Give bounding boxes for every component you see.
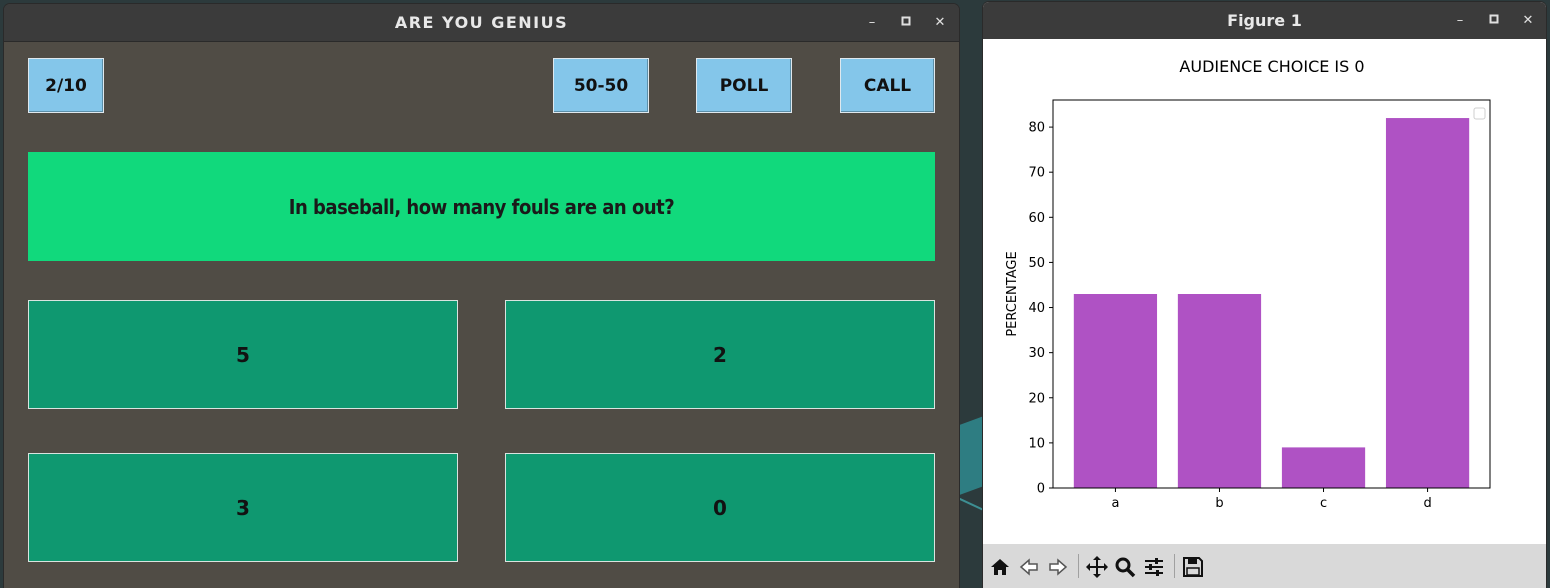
maximize-icon[interactable] xyxy=(1484,11,1504,31)
close-icon[interactable]: ✕ xyxy=(930,13,950,33)
progress-counter: 2/10 xyxy=(28,58,104,113)
chart-title: AUDIENCE CHOICE IS 0 xyxy=(1179,57,1364,76)
question-text: In baseball, how many fouls are an out? xyxy=(288,194,675,219)
home-icon[interactable] xyxy=(987,554,1013,580)
bar-chart: AUDIENCE CHOICE IS 0 PERCENTAGE 0 10 20 30 4… xyxy=(1005,57,1491,511)
answer-option-c[interactable]: 3 xyxy=(28,453,458,562)
y-tick-label: 60 xyxy=(1028,211,1045,226)
zoom-magnifier-icon[interactable] xyxy=(1112,554,1138,580)
x-tick-label: d xyxy=(1423,496,1431,511)
x-tick-label: b xyxy=(1215,496,1223,511)
quiz-window: ARE YOU GENIUS – ✕ 2/10 50-50 POLL CALL … xyxy=(4,4,959,588)
call-button[interactable]: CALL xyxy=(840,58,935,113)
figure-titlebar[interactable]: Figure 1 – ✕ xyxy=(983,2,1546,39)
figure-window: Figure 1 – ✕ AUDIENCE CHOICE IS 0 PERCEN… xyxy=(983,2,1546,588)
answer-option-b[interactable]: 2 xyxy=(505,300,935,409)
save-disk-icon[interactable] xyxy=(1180,554,1206,580)
question-box: In baseball, how many fouls are an out? xyxy=(28,152,935,261)
y-tick-label: 20 xyxy=(1028,391,1045,406)
figure-toolbar xyxy=(983,544,1546,588)
maximize-icon[interactable] xyxy=(896,13,916,33)
y-tick-label: 70 xyxy=(1028,166,1045,181)
poll-button[interactable]: POLL xyxy=(696,58,792,113)
x-tick-label: a xyxy=(1111,496,1119,511)
toolbar-separator xyxy=(1078,554,1079,578)
minimize-icon[interactable]: – xyxy=(1450,11,1470,31)
answer-option-a[interactable]: 5 xyxy=(28,300,458,409)
y-axis-label: PERCENTAGE xyxy=(1005,251,1020,336)
x-tick-label: c xyxy=(1320,496,1327,511)
close-icon[interactable]: ✕ xyxy=(1518,11,1538,31)
quiz-titlebar[interactable]: ARE YOU GENIUS – ✕ xyxy=(4,4,959,42)
fifty-fifty-button[interactable]: 50-50 xyxy=(553,58,649,113)
minimize-icon[interactable]: – xyxy=(862,13,882,33)
y-tick-label: 0 xyxy=(1037,482,1045,497)
forward-arrow-icon[interactable] xyxy=(1045,554,1071,580)
y-tick-label: 30 xyxy=(1028,346,1045,361)
bar-c xyxy=(1281,447,1366,488)
window-title: ARE YOU GENIUS xyxy=(394,13,569,32)
toolbar-separator xyxy=(1174,554,1175,578)
y-tick-label: 80 xyxy=(1028,121,1045,136)
y-tick-label: 10 xyxy=(1028,436,1045,451)
configure-subplots-icon[interactable] xyxy=(1141,554,1167,580)
legend-box xyxy=(1473,107,1486,120)
bar-a xyxy=(1073,294,1158,488)
back-arrow-icon[interactable] xyxy=(1016,554,1042,580)
pan-move-icon[interactable] xyxy=(1084,554,1110,580)
y-tick-label: 40 xyxy=(1028,301,1045,316)
y-tick-label: 50 xyxy=(1028,256,1045,271)
bar-d xyxy=(1385,118,1470,488)
answer-option-d[interactable]: 0 xyxy=(505,453,935,562)
bar-b xyxy=(1177,294,1262,488)
